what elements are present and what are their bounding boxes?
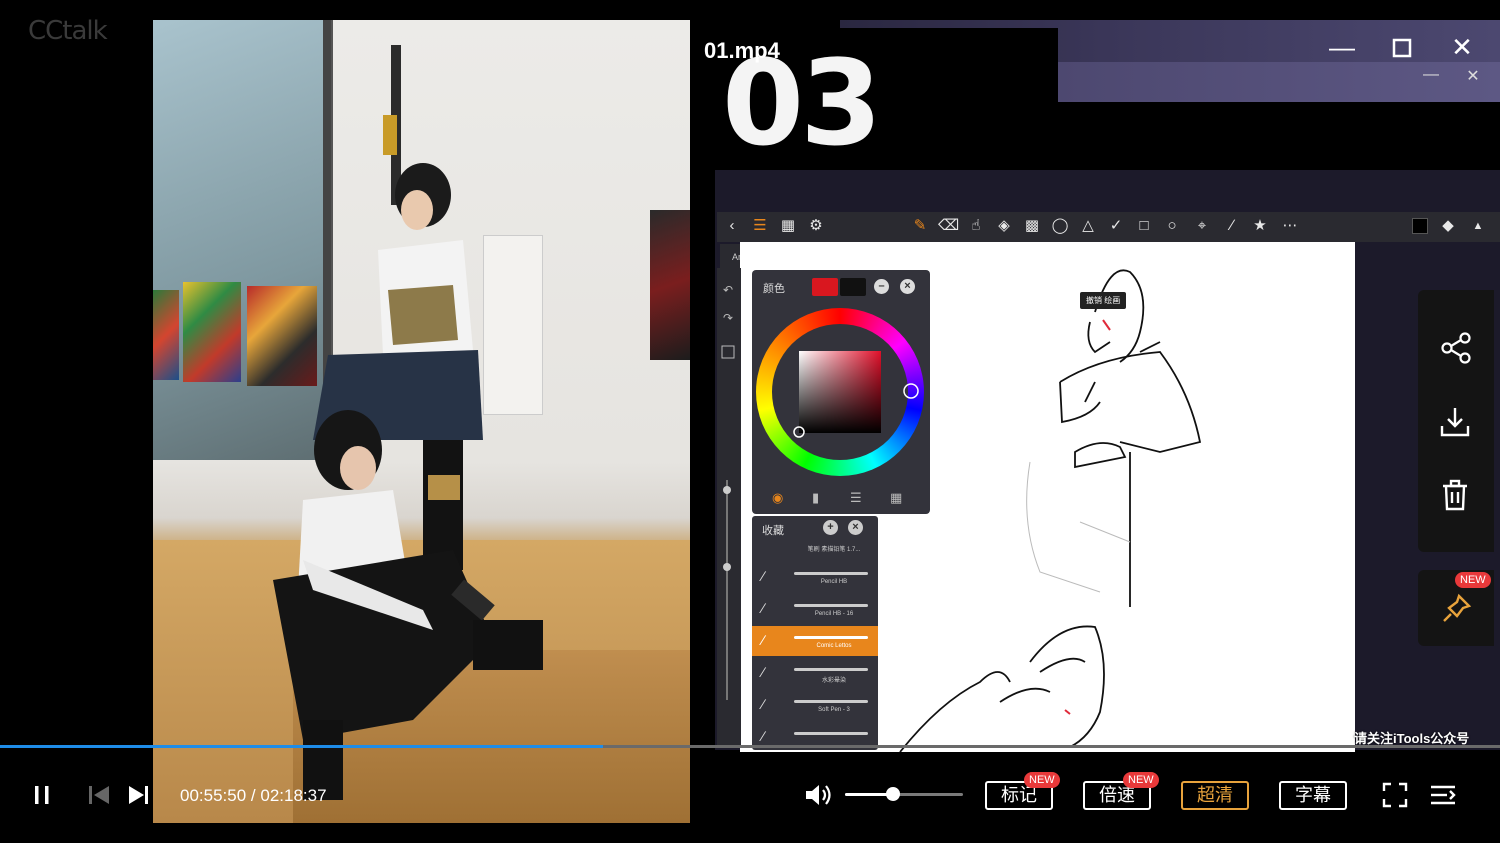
more-icon[interactable]: ⋯: [1280, 216, 1300, 236]
gradient-icon[interactable]: ▩: [1022, 216, 1042, 236]
next-icon[interactable]: [124, 780, 154, 810]
brush-item-active[interactable]: ∕ Comic Lettos: [752, 626, 878, 656]
brush-stroke-preview: [794, 668, 868, 671]
color-pickers[interactable]: [750, 300, 930, 480]
svg-text:↶: ↶: [723, 283, 733, 297]
share-icon[interactable]: [1437, 328, 1477, 368]
rect-select-icon[interactable]: □: [1134, 216, 1154, 236]
brush-item[interactable]: ∕ Pencil HB - 16: [752, 594, 878, 624]
pause-icon[interactable]: [30, 780, 56, 810]
brush-label: 笔刷 素描铅笔 1.7...: [807, 547, 861, 553]
brush-stroke-preview: [794, 732, 868, 735]
brush-icon: ∕: [762, 696, 765, 712]
volume-knob[interactable]: [886, 787, 901, 801]
subtitle-button[interactable]: 字幕: [1279, 781, 1347, 810]
brush-label: Pencil HB - 16: [814, 611, 854, 617]
mark-new-badge: NEW: [1024, 772, 1060, 788]
layers-icon[interactable]: ◆: [1438, 216, 1458, 236]
brush-icon: ∕: [762, 728, 765, 744]
total-time: 02:18:37: [260, 786, 327, 805]
brush-label: Pencil HB: [820, 579, 848, 585]
previous-icon[interactable]: [84, 780, 114, 810]
polygon-lasso-icon[interactable]: △: [1078, 216, 1098, 236]
pin-new-badge: NEW: [1455, 572, 1491, 588]
brush-label: 水彩晕染: [821, 678, 846, 684]
color-mode-grid-icon[interactable]: ▦: [890, 490, 902, 506]
brush-item[interactable]: ∕ Pencil HB: [752, 562, 878, 592]
eyedropper-icon[interactable]: ∕: [1222, 216, 1242, 236]
inner-close-icon[interactable]: ✕: [1456, 66, 1490, 86]
eraser-icon[interactable]: ⌫: [938, 216, 959, 236]
brush-item[interactable]: ∕ Soft Pen - 3: [752, 690, 878, 720]
brush-icon: ∕: [762, 568, 765, 584]
brush-stroke-preview: [794, 572, 868, 575]
add-brush-icon[interactable]: +: [823, 520, 838, 535]
time-separator: /: [250, 786, 256, 805]
brush-icon: ∕: [762, 632, 765, 648]
color-mode-list-icon[interactable]: ☰: [850, 490, 862, 506]
close-icon[interactable]: ✕: [1445, 32, 1479, 63]
maximize-icon[interactable]: [1385, 32, 1419, 65]
star-icon[interactable]: ★: [1250, 216, 1270, 236]
playback-time: 00:55:50 / 02:18:37: [180, 786, 327, 806]
collapse-icon[interactable]: ▲: [1468, 216, 1488, 236]
list-icon[interactable]: ☰: [750, 216, 770, 236]
minimize-icon[interactable]: —: [1325, 32, 1359, 63]
back-icon[interactable]: ‹: [722, 216, 742, 236]
minimize-panel-icon[interactable]: –: [874, 279, 889, 294]
brush-label: Soft Pen - 3: [818, 707, 850, 713]
pin-icon[interactable]: [1437, 590, 1477, 630]
color-mode-sliders-icon[interactable]: ▮: [812, 490, 819, 506]
magic-wand-icon[interactable]: ✓: [1106, 216, 1126, 236]
speed-new-badge: NEW: [1123, 772, 1159, 788]
secondary-color-swatch[interactable]: [840, 278, 866, 296]
svg-text:↷: ↷: [723, 311, 733, 325]
cctalk-logo: CCtalk: [28, 16, 108, 46]
current-time: 00:55:50: [180, 786, 247, 805]
brush-tool-icon[interactable]: ✎: [910, 216, 930, 236]
color-panel-title: 颜色: [763, 283, 785, 295]
trash-icon[interactable]: [1437, 476, 1477, 516]
primary-color-swatch[interactable]: [812, 278, 838, 296]
brush-panel-title: 收藏: [762, 525, 784, 537]
brush-item[interactable]: ∕ 水彩晕染: [752, 658, 878, 688]
fill-icon[interactable]: ◈: [994, 216, 1014, 236]
inner-minimize-icon[interactable]: —: [1414, 66, 1448, 84]
download-icon[interactable]: [1437, 402, 1477, 442]
close-panel-icon[interactable]: ×: [900, 279, 915, 294]
quality-button[interactable]: 超清: [1181, 781, 1249, 810]
photo-people: [273, 45, 543, 800]
color-chip-icon[interactable]: [1410, 216, 1430, 236]
smudge-icon[interactable]: ☝: [966, 216, 986, 236]
brush-stroke-preview: [794, 604, 868, 607]
volume-icon[interactable]: [802, 780, 836, 810]
progress-fill: [0, 745, 603, 748]
brush-stroke-preview: [794, 636, 868, 639]
ellipse-select-icon[interactable]: ○: [1162, 216, 1182, 236]
close-brush-panel-icon[interactable]: ×: [848, 520, 863, 535]
brush-icon: ∕: [762, 600, 765, 616]
crop-icon[interactable]: ⌖: [1192, 216, 1212, 236]
video-file-name: 01.mp4: [704, 38, 780, 63]
grid-icon[interactable]: ▦: [778, 216, 798, 236]
lasso-icon[interactable]: ◯: [1050, 216, 1070, 236]
color-mode-wheel-icon[interactable]: ◉: [772, 490, 783, 506]
brush-item[interactable]: 笔刷 素描铅笔 1.7...: [752, 540, 878, 560]
fullscreen-icon[interactable]: [1380, 780, 1410, 810]
canvas-tooltip: 撤销 绘画: [1080, 292, 1127, 309]
brush-icon: ∕: [762, 664, 765, 680]
brush-stroke-preview: [794, 700, 868, 703]
side-rail-tools: ↶ ↷: [721, 283, 735, 700]
video-photo-frame: [153, 20, 690, 823]
adjust-icon[interactable]: ⚙: [806, 216, 826, 236]
playlist-icon[interactable]: [1428, 780, 1458, 810]
brush-label: Comic Lettos: [816, 643, 852, 649]
